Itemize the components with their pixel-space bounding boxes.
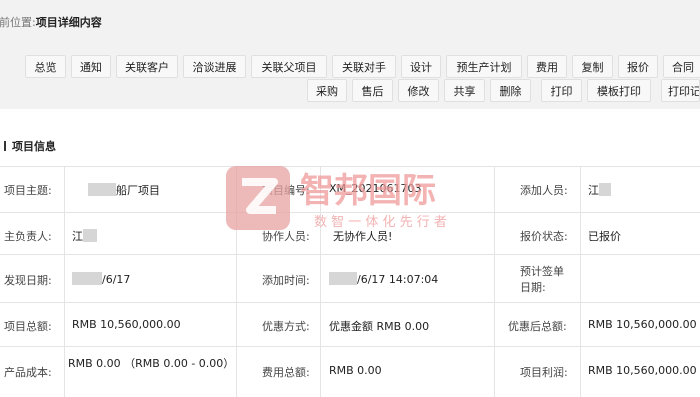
delete-button[interactable]: 删除 — [490, 79, 531, 102]
contract-button[interactable]: 合同 — [663, 55, 700, 78]
adder-value: 江 — [588, 182, 611, 198]
linked-competitor-button[interactable]: 关联对手 — [332, 55, 396, 78]
cost-label: 产品成本: — [4, 366, 52, 379]
cost-value: RMB 0.00 （RMB 0.00 - 0.00） — [68, 357, 235, 370]
after-sales-button[interactable]: 售后 — [352, 79, 393, 102]
collab-label: 协作人员: — [262, 230, 310, 243]
column-divider — [320, 166, 321, 397]
found-date-value: /6/17 — [72, 272, 130, 286]
section-marker — [4, 141, 6, 151]
copy-button[interactable]: 复制 — [572, 55, 613, 78]
row-divider — [0, 346, 700, 347]
column-divider — [494, 166, 495, 397]
redaction-mask — [329, 272, 357, 285]
breadcrumb-prefix: 前位置: — [0, 16, 36, 29]
breadcrumb-current: 项目详细内容 — [35, 16, 102, 29]
column-divider — [236, 166, 237, 397]
print-record-button[interactable]: 打印记 — [661, 79, 700, 102]
add-time-value: /6/17 14:07:04 — [329, 272, 438, 286]
collab-value: 无协作人员! — [333, 230, 393, 243]
owner-value: 江 — [72, 228, 97, 244]
edit-button[interactable]: 修改 — [398, 79, 439, 102]
print-button[interactable]: 打印 — [541, 79, 582, 102]
section-title-text: 项目信息 — [12, 140, 56, 153]
after-discount-value: RMB 10,560,000.00 — [588, 318, 697, 331]
profit-value: RMB 10,560,000.00 — [588, 364, 697, 377]
linked-parent-project-button[interactable]: 关联父项目 — [251, 55, 327, 78]
expense-button[interactable]: 费用 — [527, 55, 567, 78]
negotiation-progress-button[interactable]: 洽谈进展 — [183, 55, 246, 78]
breadcrumb: 前位置:项目详细内容 — [0, 14, 102, 30]
design-button[interactable]: 设计 — [401, 55, 441, 78]
subject-value: 船厂项目 — [88, 182, 160, 198]
quote-status-label: 报价状态: — [520, 230, 568, 243]
subject-label: 项目主题: — [4, 184, 52, 197]
total-label: 项目总额: — [4, 320, 52, 333]
share-button[interactable]: 共享 — [444, 79, 485, 102]
purchase-button[interactable]: 采购 — [307, 79, 347, 102]
template-print-button[interactable]: 模板打印 — [587, 79, 651, 102]
linked-customer-button[interactable]: 关联客户 — [116, 55, 178, 78]
redaction-mask — [83, 229, 97, 242]
expense-value: RMB 0.00 — [329, 364, 382, 377]
after-discount-label: 优惠后总额: — [508, 320, 567, 333]
table-border-top — [0, 166, 700, 167]
discount-value: 优惠金额 RMB 0.00 — [329, 320, 430, 333]
add-time-label: 添加时间: — [262, 274, 310, 287]
quote-status-value: 已报价 — [588, 230, 621, 243]
profit-label: 项目利润: — [520, 366, 568, 379]
pre-production-plan-button[interactable]: 预生产计划 — [446, 55, 522, 78]
notify-button[interactable]: 通知 — [71, 55, 111, 78]
section-title: 项目信息 — [4, 138, 56, 154]
redaction-mask — [599, 183, 611, 196]
row-divider — [0, 212, 700, 213]
overview-button[interactable]: 总览 — [25, 55, 66, 78]
total-value: RMB 10,560,000.00 — [72, 318, 181, 331]
found-date-label: 发现日期: — [4, 274, 52, 287]
row-divider — [0, 302, 700, 303]
expense-label: 费用总额: — [262, 366, 310, 379]
column-divider — [580, 166, 581, 397]
owner-label: 主负责人: — [4, 230, 52, 243]
code-value: XM_2021061703 — [329, 182, 422, 195]
discount-label: 优惠方式: — [262, 320, 310, 333]
column-divider — [64, 166, 65, 397]
redaction-mask — [72, 272, 102, 285]
expected-sign-label: 预计签单日期: — [520, 265, 564, 294]
adder-label: 添加人员: — [520, 184, 568, 197]
redaction-mask — [88, 183, 116, 196]
quote-button[interactable]: 报价 — [618, 55, 658, 78]
code-label: 项目编号: — [262, 184, 310, 197]
row-divider — [0, 254, 700, 255]
